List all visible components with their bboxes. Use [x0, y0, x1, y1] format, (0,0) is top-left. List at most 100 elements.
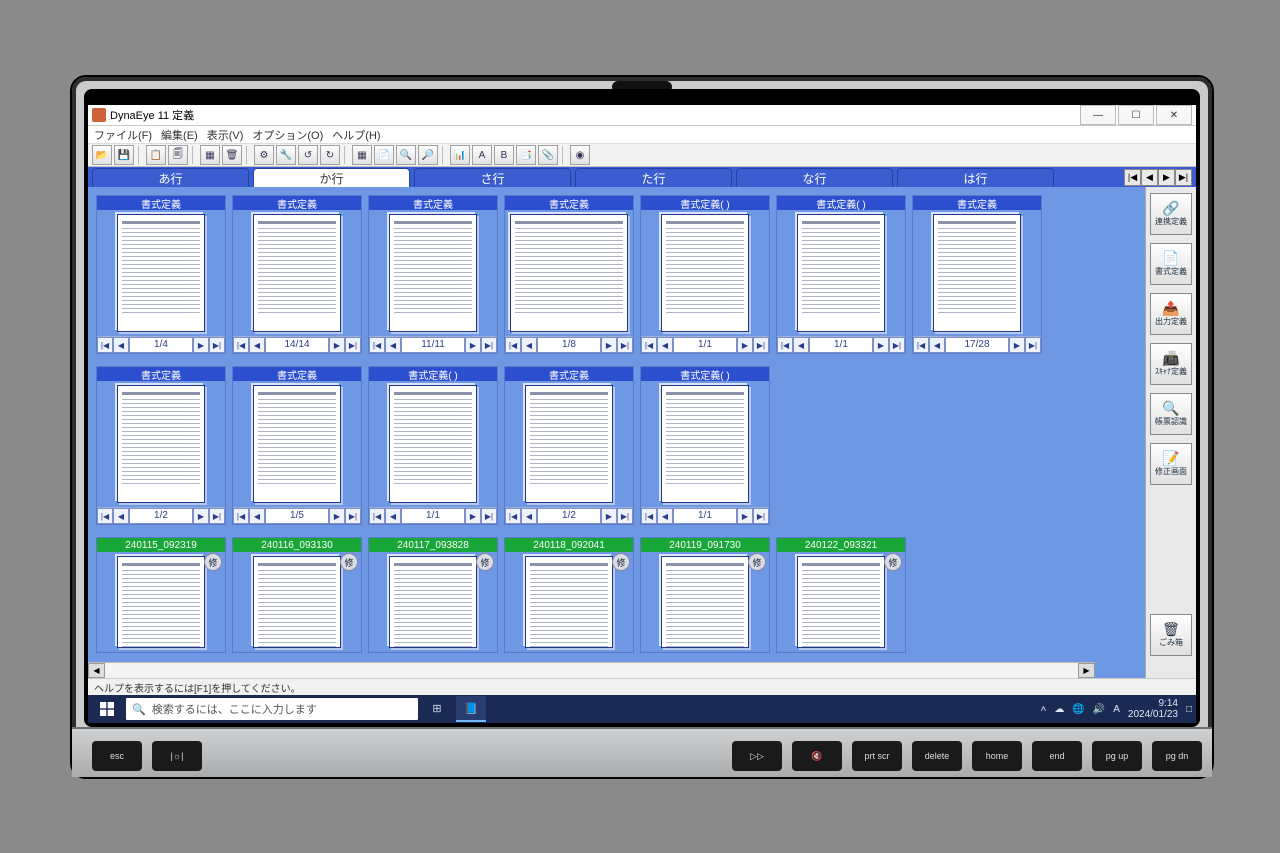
pager-last-icon[interactable]: ▶| [345, 337, 361, 353]
toolbar-attach-icon[interactable]: 📎 [538, 145, 558, 165]
definition-card[interactable]: 書式定義|◀◀1/2▶▶| [96, 366, 226, 525]
menu-view[interactable]: 表示(V) [207, 127, 244, 143]
pager-prev-icon[interactable]: ◀ [929, 337, 945, 353]
side-form-recog-button[interactable]: 🔍帳票認識 [1150, 393, 1192, 435]
tab-a-row[interactable]: あ行 [92, 168, 249, 187]
toolbar-zoomout-icon[interactable]: 🔎 [418, 145, 438, 165]
pager-next-icon[interactable]: ▶ [601, 508, 617, 524]
pager-next-icon[interactable]: ▶ [329, 508, 345, 524]
pager-next-icon[interactable]: ▶ [193, 337, 209, 353]
tray-cloud-icon[interactable]: ☁ [1054, 704, 1064, 715]
scroll-left-icon[interactable]: ◀ [88, 663, 105, 678]
pager-prev-icon[interactable]: ◀ [385, 508, 401, 524]
tray-ime-mode[interactable]: A [1113, 704, 1120, 715]
toolbar-redo-icon[interactable]: ↻ [320, 145, 340, 165]
card-thumbnail[interactable] [389, 556, 477, 648]
toolbar-copy-icon[interactable]: 📋 [146, 145, 166, 165]
pager-prev-icon[interactable]: ◀ [113, 508, 129, 524]
tab-ta-row[interactable]: た行 [575, 168, 732, 187]
card-thumbnail[interactable] [510, 214, 628, 332]
side-format-def-button[interactable]: 📄書式定義 [1150, 243, 1192, 285]
pager-last-icon[interactable]: ▶| [617, 337, 633, 353]
pager-last-icon[interactable]: ▶| [889, 337, 905, 353]
card-thumbnail[interactable] [797, 556, 885, 648]
pager-first-icon[interactable]: |◀ [97, 337, 113, 353]
pager-first-icon[interactable]: |◀ [641, 508, 657, 524]
pager-next-icon[interactable]: ▶ [465, 508, 481, 524]
minimize-button[interactable]: — [1080, 105, 1116, 125]
card-thumbnail[interactable] [389, 385, 477, 503]
scroll-track[interactable] [105, 663, 1078, 678]
toolbar-delete-icon[interactable]: 🗑 [222, 145, 242, 165]
pager-first-icon[interactable]: |◀ [369, 337, 385, 353]
window-titlebar[interactable]: DynaEye 11 定義 — ☐ ✕ [88, 105, 1196, 126]
pager-prev-icon[interactable]: ◀ [113, 337, 129, 353]
card-thumbnail[interactable] [525, 385, 613, 503]
toolbar-page-icon[interactable]: 📄 [374, 145, 394, 165]
side-scanner-def-button[interactable]: 📠ｽｷｬﾅ定義 [1150, 343, 1192, 385]
card-thumbnail[interactable] [661, 385, 749, 503]
pager-last-icon[interactable]: ▶| [1025, 337, 1041, 353]
pager-next-icon[interactable]: ▶ [873, 337, 889, 353]
card-thumbnail[interactable] [661, 556, 749, 648]
pager-first-icon[interactable]: |◀ [97, 508, 113, 524]
pager-prev-icon[interactable]: ◀ [793, 337, 809, 353]
tab-first-icon[interactable]: |◀ [1124, 169, 1141, 186]
pager-prev-icon[interactable]: ◀ [385, 337, 401, 353]
pager-prev-icon[interactable]: ◀ [249, 508, 265, 524]
toolbar-chart-icon[interactable]: 📊 [450, 145, 470, 165]
pager-last-icon[interactable]: ▶| [345, 508, 361, 524]
card-thumbnail[interactable] [253, 556, 341, 648]
pager-first-icon[interactable]: |◀ [505, 508, 521, 524]
definition-card[interactable]: 書式定義|◀◀11/11▶▶| [368, 195, 498, 354]
maximize-button[interactable]: ☐ [1118, 105, 1154, 125]
toolbar-forms-icon[interactable]: 📑 [516, 145, 536, 165]
toolbar-gear-icon[interactable]: ⚙ [254, 145, 274, 165]
toolbar-paste-icon[interactable]: 🗐 [168, 145, 188, 165]
pager-first-icon[interactable]: |◀ [913, 337, 929, 353]
pager-last-icon[interactable]: ▶| [617, 508, 633, 524]
menu-file[interactable]: ファイル(F) [94, 127, 152, 143]
tray-up-icon[interactable]: ˄ [1040, 704, 1046, 715]
pager-last-icon[interactable]: ▶| [209, 508, 225, 524]
pager-first-icon[interactable]: |◀ [369, 508, 385, 524]
side-correction-button[interactable]: 📝修正画面 [1150, 443, 1192, 485]
pager-first-icon[interactable]: |◀ [641, 337, 657, 353]
pager-first-icon[interactable]: |◀ [505, 337, 521, 353]
toolbar-mode-a-icon[interactable]: A [472, 145, 492, 165]
pager-prev-icon[interactable]: ◀ [657, 508, 673, 524]
task-view-button[interactable]: ⊞ [422, 696, 452, 722]
card-thumbnail[interactable] [389, 214, 477, 332]
pager-prev-icon[interactable]: ◀ [657, 337, 673, 353]
side-output-def-button[interactable]: 📤出力定義 [1150, 293, 1192, 335]
menu-options[interactable]: オプション(O) [252, 127, 323, 143]
toolbar-wrench-icon[interactable]: 🔧 [276, 145, 296, 165]
definition-card[interactable]: 書式定義( )|◀◀1/1▶▶| [640, 366, 770, 525]
card-thumbnail[interactable] [797, 214, 885, 332]
tab-na-row[interactable]: な行 [736, 168, 893, 187]
tray-network-icon[interactable]: 🌐 [1072, 704, 1084, 715]
toolbar-undo-icon[interactable]: ↺ [298, 145, 318, 165]
pager-next-icon[interactable]: ▶ [1009, 337, 1025, 353]
taskbar-clock[interactable]: 9:14 2024/01/23 [1128, 698, 1178, 720]
work-area[interactable]: 書式定義|◀◀1/4▶▶|書式定義|◀◀14/14▶▶|書式定義|◀◀11/11… [88, 187, 1145, 678]
definition-card[interactable]: 書式定義|◀◀1/8▶▶| [504, 195, 634, 354]
tab-ka-row[interactable]: か行 [253, 168, 410, 187]
pager-first-icon[interactable]: |◀ [777, 337, 793, 353]
pager-last-icon[interactable]: ▶| [753, 508, 769, 524]
side-link-def-button[interactable]: 🔗連携定義 [1150, 193, 1192, 235]
taskbar-search[interactable]: 🔍 検索するには、ここに入力します [126, 698, 418, 720]
menu-edit[interactable]: 編集(E) [161, 127, 198, 143]
tab-prev-icon[interactable]: ◀ [1141, 169, 1158, 186]
menu-help[interactable]: ヘルプ(H) [332, 127, 380, 143]
pager-next-icon[interactable]: ▶ [465, 337, 481, 353]
tray-volume-icon[interactable]: 🔊 [1093, 704, 1105, 715]
toolbar-thumb-icon[interactable]: ▦ [352, 145, 372, 165]
tray-notifications-icon[interactable]: □ [1186, 704, 1192, 715]
tab-next-icon[interactable]: ▶ [1158, 169, 1175, 186]
card-thumbnail[interactable] [117, 385, 205, 503]
definition-card[interactable]: 書式定義|◀◀14/14▶▶| [232, 195, 362, 354]
pager-prev-icon[interactable]: ◀ [521, 508, 537, 524]
card-thumbnail[interactable] [525, 556, 613, 648]
definition-card[interactable]: 書式定義|◀◀1/2▶▶| [504, 366, 634, 525]
